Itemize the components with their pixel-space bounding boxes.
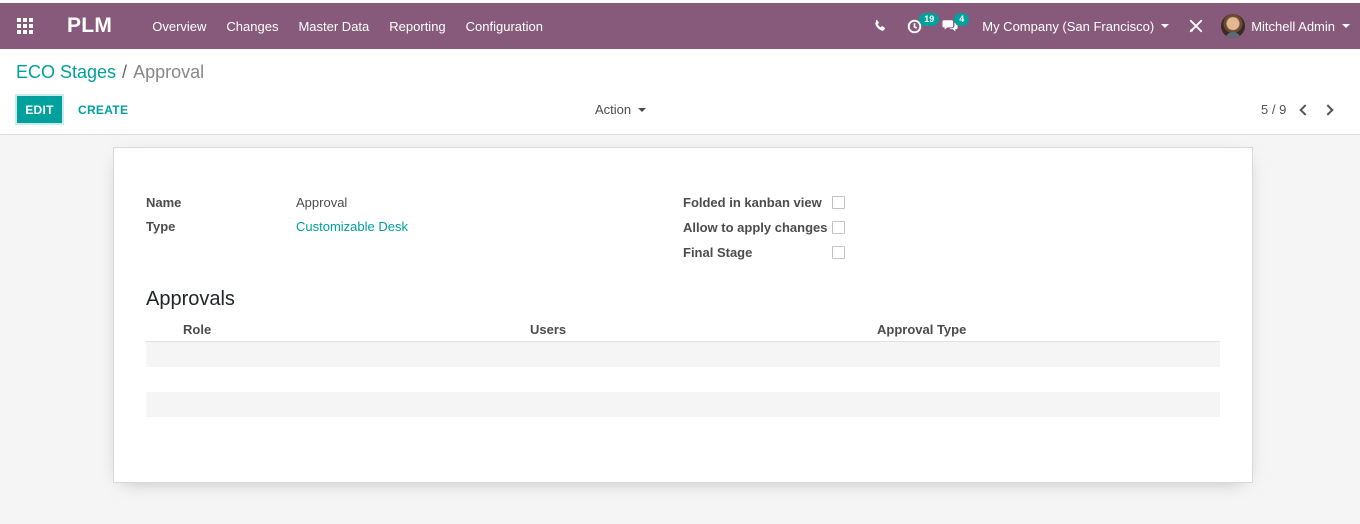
messages-badge: 4 [954,13,970,26]
main-navbar: PLM Overview Changes Master Data Reporti… [0,3,1360,49]
column-approval-type[interactable]: Approval Type [877,322,966,337]
company-switcher[interactable]: My Company (San Francisco) [976,3,1179,49]
action-dropdown[interactable]: Action [595,94,647,125]
column-users[interactable]: Users [530,322,566,337]
phone-icon[interactable] [863,3,897,49]
table-row[interactable] [146,392,1220,417]
company-name: My Company (San Francisco) [982,18,1155,34]
chevron-left-icon [1299,103,1311,116]
menu-overview[interactable]: Overview [142,3,216,49]
folded-checkbox[interactable] [832,196,845,209]
breadcrumb-current: Approval [133,62,205,82]
menu-master-data[interactable]: Master Data [288,3,379,49]
activities-clock-icon[interactable]: 19 [897,3,940,49]
top-menu: Overview Changes Master Data Reporting C… [142,3,553,49]
approvals-table: Role Users Approval Type [146,318,1220,417]
pager-value[interactable]: 5 / 9 [1261,102,1286,117]
menu-reporting[interactable]: Reporting [379,3,455,49]
folded-label: Folded in kanban view [683,195,822,210]
type-label: Type [146,219,176,234]
form-sheet: Name Approval Type Customizable Desk Fol… [113,147,1253,483]
approvals-table-header: Role Users Approval Type [146,318,1220,342]
action-label: Action [595,102,632,117]
name-value: Approval [296,195,348,210]
table-row[interactable] [146,367,1220,392]
column-role[interactable]: Role [183,322,211,337]
control-panel: ECO Stages / Approval EDIT CREATE Action… [0,49,1360,135]
type-value-link[interactable]: Customizable Desk [296,219,408,234]
pager-previous-button[interactable] [1292,94,1314,125]
final-stage-checkbox[interactable] [832,246,845,259]
user-menu[interactable]: Mitchell Admin [1213,3,1360,49]
edit-button[interactable]: EDIT [15,94,64,125]
debug-tools-icon[interactable] [1179,3,1213,49]
chevron-down-icon [638,107,647,112]
menu-configuration[interactable]: Configuration [456,3,553,49]
user-name: Mitchell Admin [1251,18,1335,34]
approvals-section-title: Approvals [146,288,235,310]
messages-comments-icon[interactable]: 4 [932,3,976,49]
breadcrumb: ECO Stages / Approval [16,62,204,83]
allow-changes-label: Allow to apply changes [683,220,828,235]
app-brand[interactable]: PLM [67,14,112,38]
pager-next-button[interactable] [1318,94,1340,125]
chevron-right-icon [1322,103,1334,116]
breadcrumb-separator: / [122,62,128,82]
table-row[interactable] [146,342,1220,367]
breadcrumb-eco-stages[interactable]: ECO Stages [16,62,116,83]
create-button[interactable]: CREATE [78,94,128,125]
pager: 5 / 9 [1261,94,1340,125]
name-label: Name [146,195,182,210]
avatar [1221,14,1246,38]
allow-changes-checkbox[interactable] [832,221,845,234]
menu-changes[interactable]: Changes [216,3,288,49]
chevron-down-icon [1342,24,1350,28]
final-stage-label: Final Stage [683,245,753,260]
navbar-systray: 19 4 My Company (San Francisco) Mitchell… [863,3,1360,49]
apps-menu-icon[interactable] [0,3,50,49]
chevron-down-icon [1161,24,1170,28]
